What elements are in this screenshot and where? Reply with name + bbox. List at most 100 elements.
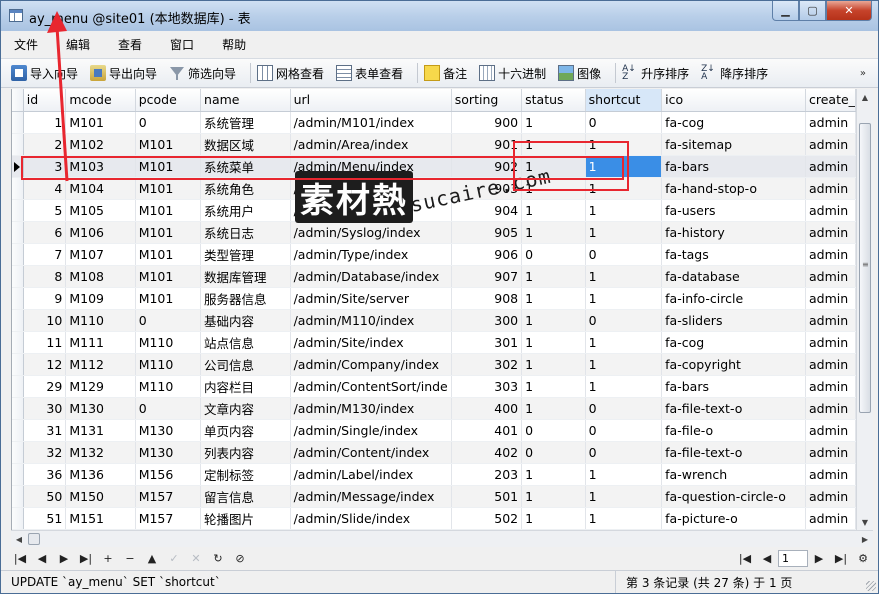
- cell-shortcut[interactable]: 1: [585, 133, 663, 156]
- scroll-down-icon[interactable]: ▼: [857, 514, 873, 530]
- cell-url[interactable]: /admin/M110/index: [290, 309, 452, 332]
- cell-ico[interactable]: fa-hand-stop-o: [661, 177, 806, 200]
- cell-shortcut[interactable]: 0: [585, 419, 663, 442]
- cell-pcode[interactable]: M130: [135, 419, 202, 442]
- cell-shortcut[interactable]: 1: [585, 287, 663, 310]
- cell-id[interactable]: 11: [23, 331, 67, 354]
- cell-ico[interactable]: fa-copyright: [661, 353, 806, 376]
- cell-name[interactable]: 系统角色: [200, 177, 291, 200]
- cell-url[interactable]: /admin/Area/index: [290, 133, 452, 156]
- vertical-scroll-thumb[interactable]: [859, 123, 871, 413]
- table-row[interactable]: 12 M112 M110 公司信息/admin/Company/index 302 1 1 f…: [12, 353, 856, 376]
- column-header-shortcut[interactable]: shortcut: [585, 89, 663, 112]
- cell-status[interactable]: 0: [521, 243, 586, 266]
- cell-id[interactable]: 50: [23, 485, 67, 508]
- grid-view-button[interactable]: 网格查看: [255, 61, 328, 85]
- cell-ico[interactable]: fa-file-o: [661, 419, 806, 442]
- table-row[interactable]: 50 M150 M157 留言信息/admin/Message/index 501 1 1 f…: [12, 485, 856, 508]
- row-indicator[interactable]: [12, 177, 24, 200]
- cell-pcode[interactable]: M101: [135, 133, 202, 156]
- cell-sorting[interactable]: 300: [451, 309, 523, 332]
- row-indicator[interactable]: [12, 133, 24, 156]
- table-row[interactable]: 3 M103 M101 系统菜单/admin/Menu/index 902 1 1 fa-ba…: [12, 155, 856, 178]
- cell-ico[interactable]: fa-cog: [661, 331, 806, 354]
- row-indicator[interactable]: [12, 507, 24, 530]
- cell-create[interactable]: admin: [805, 419, 856, 442]
- cell-name[interactable]: 定制标签: [200, 463, 291, 486]
- cell-pcode[interactable]: M101: [135, 221, 202, 244]
- table-row[interactable]: 10 M110 0 基础内容/admin/M110/index 300 1 0 fa-slid…: [12, 309, 856, 332]
- cell-id[interactable]: 30: [23, 397, 67, 420]
- column-header-pcode[interactable]: pcode: [135, 89, 202, 112]
- cell-sorting[interactable]: 906: [451, 243, 523, 266]
- cell-mcode[interactable]: M103: [65, 155, 136, 178]
- cell-id[interactable]: 1: [23, 111, 67, 134]
- table-row[interactable]: 9 M109 M101 服务器信息/admin/Site/server 908 1 1 fa-…: [12, 287, 856, 310]
- maximize-button[interactable]: ▢: [799, 1, 826, 21]
- table-row[interactable]: 5 M105 M101 系统用户/admin/User/index 904 1 1 fa-us…: [12, 199, 856, 222]
- cell-mcode[interactable]: M132: [65, 441, 136, 464]
- scroll-right-icon[interactable]: ▶: [857, 531, 873, 547]
- cell-id[interactable]: 9: [23, 287, 67, 310]
- cell-pcode[interactable]: M130: [135, 441, 202, 464]
- column-header-mcode[interactable]: mcode: [65, 89, 136, 112]
- cell-sorting[interactable]: 400: [451, 397, 523, 420]
- cell-id[interactable]: 31: [23, 419, 67, 442]
- cell-mcode[interactable]: M131: [65, 419, 136, 442]
- cell-url[interactable]: /admin/ContentSort/inde: [290, 375, 452, 398]
- cell-id[interactable]: 4: [23, 177, 67, 200]
- cell-shortcut[interactable]: 1: [585, 177, 663, 200]
- cell-status[interactable]: 1: [521, 133, 586, 156]
- cell-url[interactable]: /admin/Message/index: [290, 485, 452, 508]
- minimize-button[interactable]: ▁: [772, 1, 799, 21]
- cell-shortcut[interactable]: 1: [585, 221, 663, 244]
- note-button[interactable]: 备注: [422, 61, 471, 85]
- scroll-left-icon[interactable]: ◀: [11, 531, 27, 547]
- cell-url[interactable]: /admin/Company/index: [290, 353, 452, 376]
- discard-changes-button[interactable]: ✕: [185, 549, 207, 567]
- row-indicator[interactable]: [12, 397, 24, 420]
- menu-edit[interactable]: 编辑: [52, 36, 104, 53]
- cell-create[interactable]: admin: [805, 133, 856, 156]
- cell-status[interactable]: 1: [521, 199, 586, 222]
- cell-name[interactable]: 系统菜单: [200, 155, 291, 178]
- cell-create[interactable]: admin: [805, 507, 856, 530]
- table-row[interactable]: 4 M104 M101 系统角色/admin/Role/index 903 1 1 fa-ha…: [12, 177, 856, 200]
- toolbar-overflow-button[interactable]: »: [860, 68, 866, 79]
- cell-name[interactable]: 轮播图片: [200, 507, 291, 530]
- cell-status[interactable]: 1: [521, 177, 586, 200]
- cell-name[interactable]: 站点信息: [200, 331, 291, 354]
- row-indicator[interactable]: [12, 331, 24, 354]
- cell-pcode[interactable]: M156: [135, 463, 202, 486]
- cell-status[interactable]: 1: [521, 463, 586, 486]
- sort-asc-button[interactable]: A↓ Z 升序排序: [620, 61, 693, 85]
- cell-name[interactable]: 系统管理: [200, 111, 291, 134]
- cell-url[interactable]: /admin/Database/index: [290, 265, 452, 288]
- cell-name[interactable]: 数据库管理: [200, 265, 291, 288]
- cell-shortcut[interactable]: 0: [585, 243, 663, 266]
- vertical-scrollbar[interactable]: ▲ ▼: [856, 89, 873, 530]
- cell-url[interactable]: /admin/Content/index: [290, 441, 452, 464]
- cell-sorting[interactable]: 302: [451, 353, 523, 376]
- cell-id[interactable]: 5: [23, 199, 67, 222]
- scroll-up-icon[interactable]: ▲: [857, 89, 873, 105]
- cell-id[interactable]: 3: [23, 155, 67, 178]
- cell-ico[interactable]: fa-tags: [661, 243, 806, 266]
- image-button[interactable]: 图像: [550, 61, 605, 85]
- column-header-status[interactable]: status: [521, 89, 586, 112]
- cell-sorting[interactable]: 301: [451, 331, 523, 354]
- cell-mcode[interactable]: M105: [65, 199, 136, 222]
- cell-mcode[interactable]: M136: [65, 463, 136, 486]
- cell-url[interactable]: /admin/Type/index: [290, 243, 452, 266]
- cell-url[interactable]: /admin/Site/index: [290, 331, 452, 354]
- cell-name[interactable]: 服务器信息: [200, 287, 291, 310]
- cell-shortcut[interactable]: 0: [585, 309, 663, 332]
- cell-status[interactable]: 1: [521, 287, 586, 310]
- cell-status[interactable]: 1: [521, 111, 586, 134]
- cell-pcode[interactable]: M110: [135, 375, 202, 398]
- column-header-sorting[interactable]: sorting: [451, 89, 523, 112]
- column-header-create[interactable]: create_: [805, 89, 856, 112]
- cell-sorting[interactable]: 501: [451, 485, 523, 508]
- cell-shortcut[interactable]: 1: [585, 353, 663, 376]
- menu-view[interactable]: 查看: [104, 36, 156, 53]
